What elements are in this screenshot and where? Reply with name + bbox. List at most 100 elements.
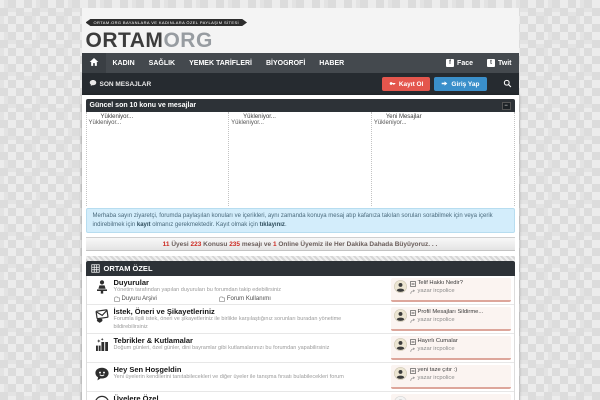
last-post-author-link[interactable]: yazar ircpolice bbox=[409, 346, 458, 354]
search-icon bbox=[503, 75, 512, 93]
sub-bar: SON MESAJLAR Kayıt Ol Giriş Yap bbox=[81, 73, 519, 95]
forum-info: İstek, Öneri ve Şikayetleriniz Forumla i… bbox=[114, 307, 391, 331]
login-label: Giriş Yap bbox=[451, 80, 480, 88]
stat-posts: 235 bbox=[229, 240, 241, 248]
forum-info: Hey Sen Hoşgeldin Yeni üyelerin kendiler… bbox=[114, 365, 391, 389]
reply-arrow-icon bbox=[409, 289, 415, 294]
last-post-author: yazar ircpolice bbox=[417, 375, 455, 382]
search-button[interactable] bbox=[503, 75, 512, 93]
stat-label: mesajı ve bbox=[240, 240, 273, 248]
subforum-forum-kullanimi[interactable]: Forum Kullanımı bbox=[219, 296, 271, 302]
category-header[interactable]: ORTAM ÖZEL bbox=[85, 261, 515, 277]
forum-title-link[interactable]: İstek, Öneri ve Şikayetleriniz bbox=[114, 307, 386, 316]
forum-row-uyelere-ozel: Üyelere Özel Üyelere özel bir kategorimi… bbox=[86, 392, 514, 400]
register-icon bbox=[389, 80, 396, 89]
notice-register-link[interactable]: kayıt bbox=[137, 222, 151, 228]
auth-buttons: Kayıt Ol Giriş Yap bbox=[381, 77, 487, 91]
subforum-duyuru-arsivi[interactable]: Duyuru Arşivi bbox=[113, 295, 157, 302]
last-post-title: Profil Mesajları Sildirme... bbox=[417, 309, 484, 316]
note-icon bbox=[409, 281, 416, 288]
avatar[interactable] bbox=[393, 309, 407, 327]
forum-description: Yönetim tarafından yapılan duyuruları bu… bbox=[113, 287, 282, 294]
folder-icon bbox=[113, 296, 120, 302]
logo-ribbon: ORTAM.ORG BAYANLARA VE KADINLARA ÖZEL PA… bbox=[85, 19, 248, 26]
last-post-lines: yeni taze çıtır :) yazar ircpolice bbox=[409, 367, 458, 383]
page: ORTAM.ORG BAYANLARA VE KADINLARA ÖZEL PA… bbox=[81, 0, 519, 400]
site-logo[interactable]: ORTAMORG bbox=[86, 30, 515, 51]
last-post-box: Telif Hakkı Nedir? yazar ircpolice bbox=[390, 278, 511, 303]
subforum-label: Duyuru Arşivi bbox=[121, 295, 157, 302]
subforum-links: Duyuru Arşivi Forum Kullanımı bbox=[113, 295, 386, 302]
nav-item-kadin[interactable]: KADIN bbox=[106, 53, 142, 73]
last-messages-link[interactable]: SON MESAJLAR bbox=[89, 79, 152, 89]
note-icon bbox=[409, 339, 416, 346]
last-messages-label: SON MESAJLAR bbox=[99, 80, 152, 88]
notice-click-here-link[interactable]: tıklayınız bbox=[260, 222, 285, 228]
last-post-author: yazar ircpolice bbox=[417, 317, 455, 324]
note-icon bbox=[409, 310, 416, 317]
category-title: ORTAM ÖZEL bbox=[103, 264, 153, 274]
nav-item-biyogrofi[interactable]: BİYOGROFİ bbox=[259, 53, 312, 73]
last-post-author-link[interactable]: yazar ircpolice bbox=[409, 375, 458, 383]
folder-icon bbox=[219, 296, 225, 302]
avatar[interactable] bbox=[393, 338, 407, 356]
forum-title-link[interactable]: Üyelere Özel bbox=[114, 394, 386, 400]
comments-icon bbox=[89, 79, 97, 89]
forum-title-link[interactable]: Duyurular bbox=[114, 278, 386, 287]
forum-description: Forumla ilgili istek, öneri ve şikayetle… bbox=[113, 316, 342, 330]
nav-social-links: f Face t Twit bbox=[439, 53, 518, 73]
last-post-author: yazar ircpolice bbox=[417, 346, 455, 353]
forum-row-istek-oneri: İstek, Öneri ve Şikayetleriniz Forumla i… bbox=[86, 305, 514, 335]
last-post-lines: Profil Mesajları Sildirme... yazar ircpo… bbox=[409, 309, 484, 325]
avatar[interactable] bbox=[393, 280, 407, 298]
mail-heart-icon bbox=[90, 307, 114, 331]
note-icon bbox=[409, 368, 416, 375]
register-label: Kayıt Ol bbox=[398, 80, 424, 88]
collapse-button[interactable]: − bbox=[501, 101, 511, 110]
home-icon bbox=[89, 54, 99, 72]
avatar[interactable] bbox=[393, 367, 407, 385]
last-post-title-link[interactable]: yeni taze çıtır :) bbox=[409, 367, 458, 375]
last-post-title: yeni taze çıtır :) bbox=[417, 367, 458, 374]
nav-home-button[interactable] bbox=[81, 53, 106, 73]
recent-widget-title: Güncel son 10 konu ve mesajlar bbox=[89, 102, 197, 109]
recent-widget-header: Güncel son 10 konu ve mesajlar − bbox=[85, 99, 515, 112]
guest-notice: Merhaba sayın ziyaretçi, forumda paylaşı… bbox=[85, 208, 515, 234]
notice-text: . bbox=[284, 221, 287, 228]
forum-description: Yeni üyelerin kendilerini tanıtabilecekl… bbox=[113, 374, 344, 381]
nav-item-facebook[interactable]: f Face bbox=[439, 53, 480, 73]
forum-title-link[interactable]: Tebrikler & Kutlamalar bbox=[114, 336, 386, 345]
forum-info: Duyurular Yönetim tarafından yapılan duy… bbox=[114, 278, 391, 302]
nav-item-haber[interactable]: HABER bbox=[312, 53, 351, 73]
last-post-author-link[interactable]: yazar ircpolice bbox=[409, 288, 463, 296]
avatar-empty bbox=[394, 396, 407, 400]
last-post-author-link[interactable]: yazar ircpolice bbox=[409, 317, 484, 325]
last-post-title-link[interactable]: Profil Mesajları Sildirme... bbox=[409, 309, 484, 317]
login-button[interactable]: Giriş Yap bbox=[434, 77, 487, 91]
nav-item-twitter[interactable]: t Twit bbox=[480, 53, 518, 73]
login-icon bbox=[441, 80, 448, 89]
stat-label: Konusu bbox=[201, 240, 230, 248]
logo-accent-text: ORG bbox=[163, 29, 213, 52]
last-post-title: Telif Hakkı Nedir? bbox=[417, 280, 463, 287]
content-card: Güncel son 10 konu ve mesajlar − Yükleni… bbox=[81, 95, 519, 400]
last-post-title-link[interactable]: Hayırlı Cumalar bbox=[409, 338, 458, 346]
facebook-label: Face bbox=[457, 59, 474, 67]
nav-item-saglik[interactable]: SAĞLIK bbox=[142, 53, 182, 73]
last-post-box: henüz yok bbox=[390, 394, 511, 400]
last-post-lines: Telif Hakkı Nedir? yazar ircpolice bbox=[409, 280, 463, 296]
register-button[interactable]: Kayıt Ol bbox=[381, 77, 431, 91]
forum-title-link[interactable]: Hey Sen Hoşgeldin bbox=[114, 365, 386, 374]
logo-main-text: ORTAM bbox=[85, 29, 164, 52]
forum-row-hosgeldin: Hey Sen Hoşgeldin Yeni üyelerin kendiler… bbox=[86, 363, 514, 393]
main-nav: KADIN SAĞLIK YEMEK TARİFLERİ BİYOGROFİ H… bbox=[81, 53, 519, 73]
forum-row-tebrikler: Tebrikler & Kutlamalar Doğum günleri, öz… bbox=[86, 334, 514, 364]
last-post-title: Hayırlı Cumalar bbox=[417, 338, 458, 345]
nav-item-yemek-tarifleri[interactable]: YEMEK TARİFLERİ bbox=[182, 53, 259, 73]
stat-label: Üyesi bbox=[169, 240, 191, 248]
members-icon bbox=[90, 394, 114, 400]
recent-columns: Yükleniyor... Yükleniyor... Yükleniyor..… bbox=[85, 112, 515, 206]
facebook-icon: f bbox=[446, 59, 455, 67]
last-post-title-link[interactable]: Telif Hakkı Nedir? bbox=[409, 280, 463, 288]
speech-bubble-icon bbox=[90, 365, 114, 389]
